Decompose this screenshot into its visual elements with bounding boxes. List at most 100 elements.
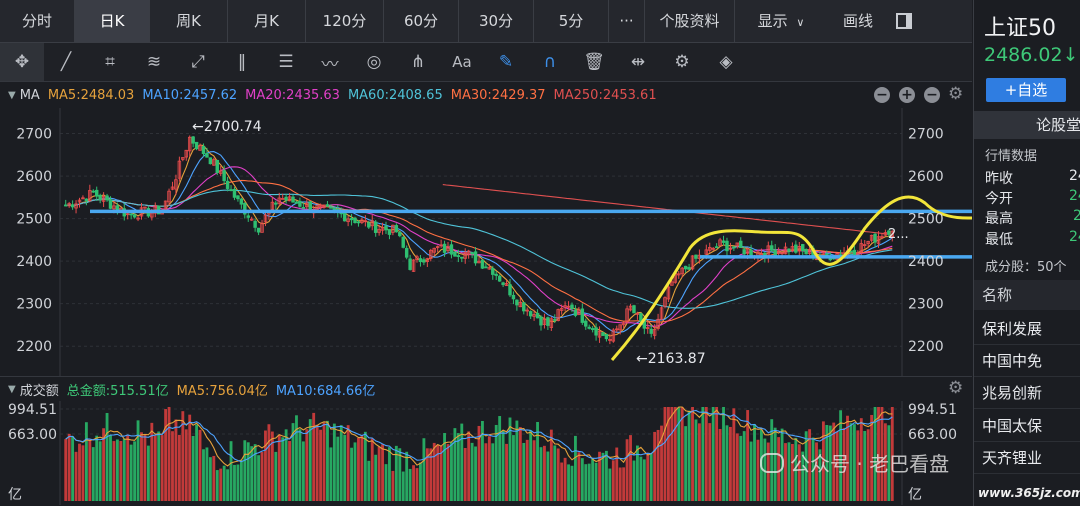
volume-bar — [115, 439, 119, 501]
fib-icon[interactable]: ☰ — [264, 43, 308, 81]
text-icon[interactable]: Aa — [440, 43, 484, 81]
parallel-lines-icon[interactable]: ‖ — [220, 43, 264, 81]
volume-bar — [560, 462, 564, 501]
candle-body — [367, 222, 371, 228]
draw-line-button[interactable]: 画线 — [827, 0, 889, 42]
panel-toggle-button[interactable] — [889, 0, 919, 42]
volume-bar — [133, 441, 137, 501]
candlestick-chart[interactable]: 2700 2600 2500 2400 2300 2200 2700 2600 2500 240… — [0, 108, 972, 376]
candle-body — [546, 317, 550, 326]
volume-bar — [140, 432, 143, 501]
zoom-out-icon[interactable]: − — [874, 87, 890, 103]
stock-row-2[interactable]: 兆易创新 — [974, 377, 1080, 409]
candle-body — [497, 275, 502, 282]
y-tick-left: 2500 — [16, 212, 52, 228]
candle-body — [694, 254, 698, 259]
volume-bar — [177, 434, 181, 501]
candle-body — [408, 258, 412, 270]
volume-collapse-icon[interactable]: ▼ — [8, 384, 16, 395]
volume-bar — [446, 444, 450, 501]
line-icon[interactable]: ╱ — [44, 43, 88, 81]
volume-bar — [687, 410, 691, 501]
stock-row-3[interactable]: 中国太保 — [974, 410, 1080, 442]
candle-body — [253, 220, 257, 228]
tab-5min[interactable]: 5分 — [534, 0, 609, 42]
tab-monthly-k[interactable]: 月K — [228, 0, 306, 42]
tab-120min[interactable]: 120分 — [306, 0, 384, 42]
drawing-toolbar: ✥ ╱ ⌗ ≋ ⤢ ‖ ☰ 〰 ◎ ⋔ Aa ✎ ∩ 🗑 ⇹ ⚙ ◈ — [0, 43, 972, 82]
trash-icon[interactable]: 🗑 — [572, 43, 616, 81]
candle-body — [721, 240, 726, 243]
layers-icon[interactable]: ◈ — [704, 43, 748, 81]
crosshair-icon[interactable]: ✥ — [0, 43, 44, 81]
stock-row-1[interactable]: 中国中免 — [974, 345, 1080, 377]
volume-bar — [129, 444, 133, 501]
low-label: 最低 — [985, 232, 1013, 248]
candle-body — [508, 284, 512, 296]
move-icon[interactable]: ⇹ — [616, 43, 660, 81]
tab-60min[interactable]: 60分 — [384, 0, 459, 42]
circle-icon[interactable]: ◎ — [352, 43, 396, 81]
ma-title: MA — [19, 87, 40, 103]
tab-minute[interactable]: 分时 — [0, 0, 75, 42]
display-menu[interactable]: 显示 ∨ — [735, 0, 827, 42]
volume-bar — [450, 442, 453, 501]
tab-weekly-k[interactable]: 周K — [150, 0, 228, 42]
wave-icon[interactable]: 〰 — [308, 43, 352, 81]
volume-bar — [377, 446, 381, 501]
volume-bar — [725, 425, 729, 501]
forum-tab[interactable]: 论股堂 — [974, 111, 1080, 139]
volume-bar — [680, 407, 684, 501]
volume-bar — [226, 469, 230, 501]
candle-body — [329, 206, 333, 209]
fan-icon[interactable]: ≋ — [132, 43, 176, 81]
volume-bar — [742, 431, 746, 501]
add-watchlist-button[interactable]: +自选 — [986, 78, 1066, 102]
gear-icon[interactable]: ⚙ — [660, 43, 704, 81]
volume-bar — [632, 460, 636, 501]
volume-bar — [412, 465, 415, 501]
pen-icon[interactable]: ✎ — [484, 43, 528, 81]
volume-settings-icon[interactable]: ⚙ — [948, 378, 963, 398]
volume-bar — [336, 436, 340, 501]
volume-bar — [691, 407, 694, 501]
remove-indicator-icon[interactable]: − — [924, 87, 940, 103]
volume-bar — [463, 447, 467, 501]
candle-body — [418, 258, 423, 263]
candle-body — [801, 244, 805, 252]
volume-bar — [722, 407, 725, 501]
tab-stock-profile[interactable]: 个股资料 — [645, 0, 735, 42]
high-value: 2 — [1073, 208, 1080, 224]
volume-bar — [684, 426, 688, 501]
market-data-title: 行情数据 — [985, 149, 1038, 164]
candle-body — [632, 305, 636, 314]
zoom-in-icon[interactable]: + — [899, 87, 915, 103]
indicator-settings-icon[interactable]: ⚙ — [948, 84, 963, 104]
candle-body — [539, 316, 543, 326]
stock-row-0[interactable]: 保利发展 — [974, 313, 1080, 345]
magnet-icon[interactable]: ∩ — [528, 43, 572, 81]
volume-bar — [112, 441, 116, 501]
volume-bar — [408, 468, 412, 501]
vol-tick-right: 994.51 — [908, 402, 957, 418]
volume-bar — [360, 434, 364, 501]
volume-bar — [239, 460, 243, 501]
more-tabs-button[interactable]: ··· — [609, 0, 645, 42]
ma-collapse-icon[interactable]: ▼ — [8, 90, 16, 101]
volume-bar — [339, 425, 343, 501]
candle-body — [460, 256, 464, 259]
volume-bar — [67, 433, 71, 501]
candle-body — [291, 196, 295, 203]
stock-row-4[interactable]: 天齐锂业 — [974, 442, 1080, 474]
ray-icon[interactable]: ⤢ — [176, 43, 220, 81]
vol-tick-left: 994.51 — [8, 402, 57, 418]
volume-bar — [215, 470, 219, 501]
tab-30min[interactable]: 30分 — [459, 0, 534, 42]
pitchfork-icon[interactable]: ⋔ — [396, 43, 440, 81]
volume-bar — [525, 439, 529, 501]
volume-bar — [518, 427, 522, 501]
crop-icon[interactable]: ⌗ — [88, 43, 132, 81]
tab-daily-k[interactable]: 日K — [75, 0, 150, 42]
period-tabs: 分时 日K 周K 月K 120分 60分 30分 5分 ··· 个股资料 显示 … — [0, 0, 972, 43]
volume-bar — [71, 436, 75, 501]
